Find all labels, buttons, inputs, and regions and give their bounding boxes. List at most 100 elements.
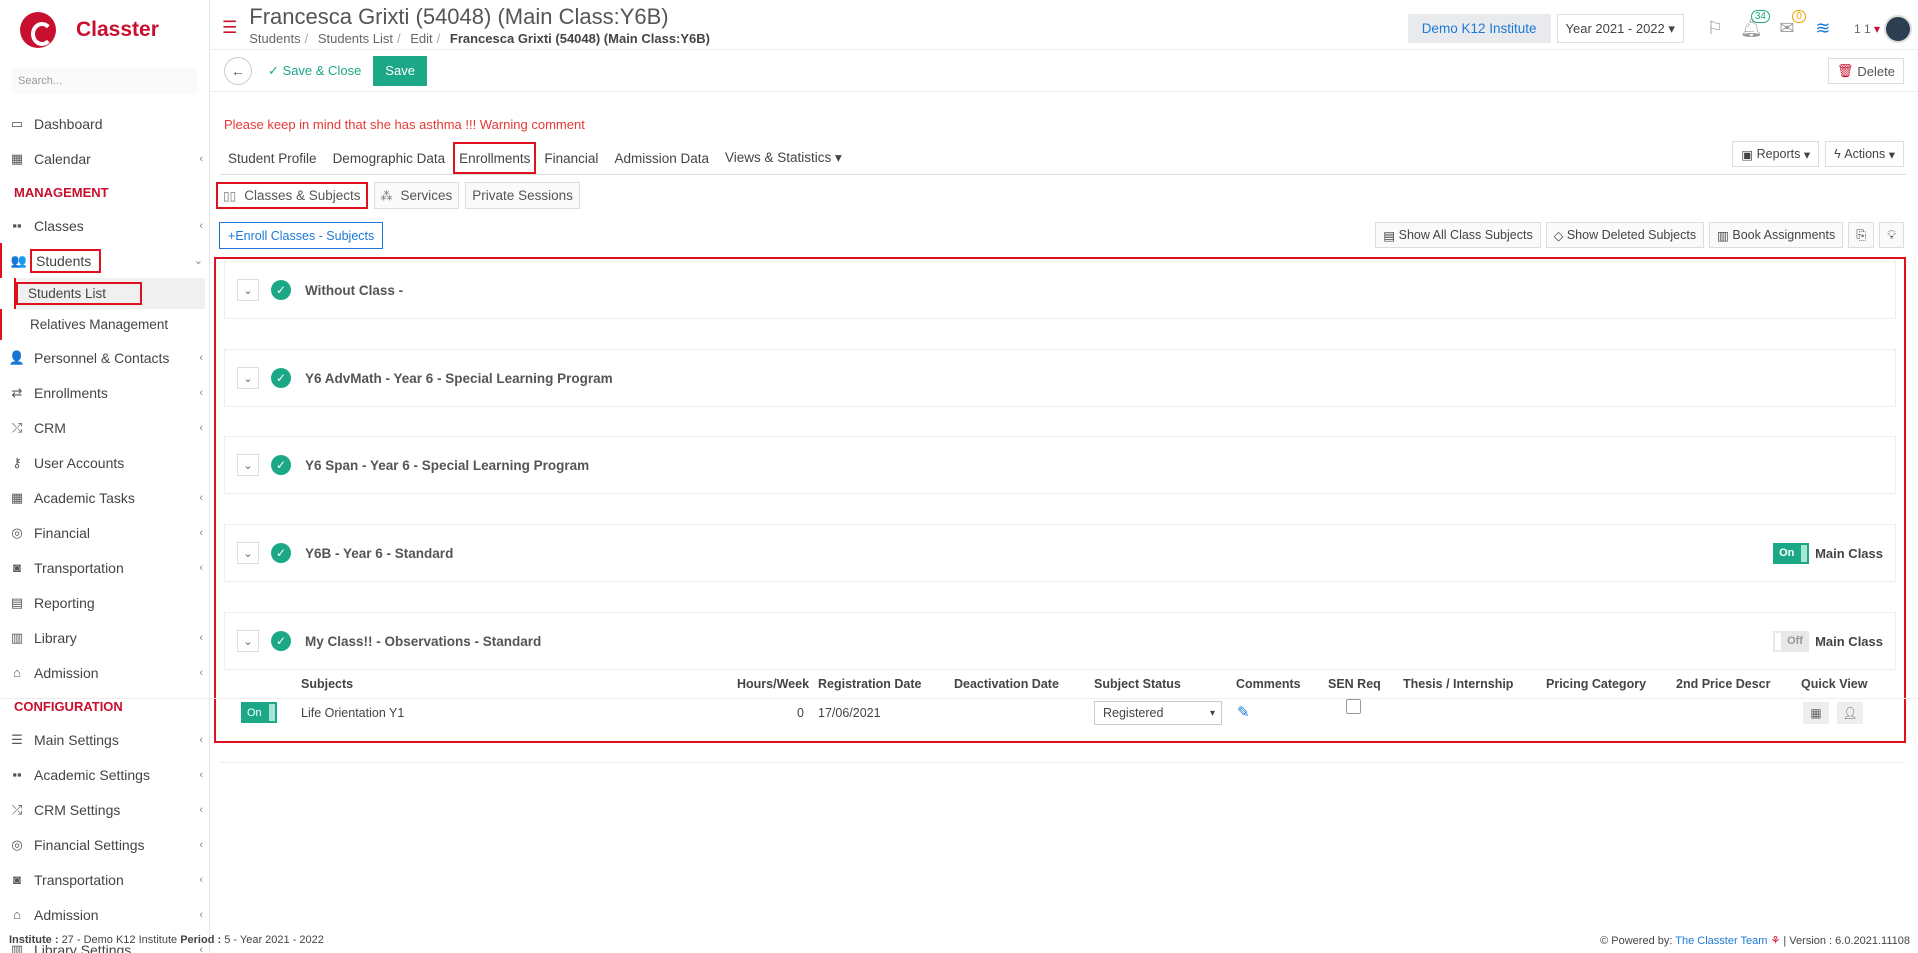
sidebar-item-library[interactable]: ▥ Library ‹ xyxy=(0,620,209,655)
sidebar-item-transportation[interactable]: ◙ Transportation ‹ xyxy=(0,862,209,897)
sidebar-item-academic-tasks[interactable]: ▦ Academic Tasks ‹ xyxy=(0,480,209,515)
bus-icon: ◙ xyxy=(13,560,21,575)
menu-toggle-icon[interactable]: ☰ xyxy=(222,18,237,38)
sidebar-item-dashboard[interactable]: ▭ Dashboard xyxy=(0,106,209,141)
sidebar-item-label: Admission xyxy=(34,906,99,923)
tab-enrollments[interactable]: Enrollments xyxy=(453,142,537,174)
institute-selector[interactable]: Demo K12 Institute xyxy=(1407,14,1551,43)
sidebar-item-reporting[interactable]: ▤ Reporting xyxy=(0,585,209,620)
sidebar-item-students[interactable]: 👥 Students ⌄ xyxy=(0,243,209,278)
tab-views-statistics[interactable]: Views & Statistics ▾ xyxy=(717,142,850,174)
subtab-label: Classes & Subjects xyxy=(244,188,361,203)
save-button[interactable]: Save xyxy=(373,55,427,86)
warning-comment: Please keep in mind that she has asthma … xyxy=(224,117,585,132)
tab-admission-data[interactable]: Admission Data xyxy=(606,142,717,174)
transfer-icon-button[interactable]: ⎘ xyxy=(1848,222,1875,248)
logo[interactable]: Classter xyxy=(0,0,209,60)
show-all-label: Show All Class Subjects xyxy=(1398,228,1533,242)
sidebar-item-label: Main Settings xyxy=(34,731,119,748)
sidebar-item-label: Transportation xyxy=(34,871,124,888)
show-deleted-subjects-button[interactable]: ◇ Show Deleted Subjects xyxy=(1545,222,1705,248)
sidebar-subitem-relatives-management[interactable]: Relatives Management xyxy=(0,309,209,340)
sidebar-item-label: Personnel & Contacts xyxy=(34,349,170,366)
sidebar: Classter Search... ▭ Dashboard ▦ Calendar ‹ M… xyxy=(0,0,210,953)
tab-demographic-data[interactable]: Demographic Data xyxy=(325,142,454,174)
chevron-down-icon[interactable]: ⌄ xyxy=(237,542,259,564)
column-header-subjects: Subjects xyxy=(301,677,354,691)
calendar-icon: ▦ xyxy=(10,150,24,166)
nav-section-management: MANAGEMENT xyxy=(14,184,109,200)
sidebar-item-crm-settings[interactable]: ⤮ CRM Settings ‹ xyxy=(0,792,209,827)
flag-icon[interactable]: ⚐ xyxy=(1704,18,1726,39)
breadcrumb-students[interactable]: Students xyxy=(249,31,300,46)
delete-button[interactable]: 🗑︎ Delete xyxy=(1827,58,1904,84)
year-selector[interactable]: Year 2021 - 2022 ▾ xyxy=(1556,14,1684,43)
sidebar-item-classes[interactable]: ▪▪ Classes ‹ xyxy=(0,208,209,243)
footer-powered-label: Powered by: xyxy=(1611,935,1673,947)
save-close-button[interactable]: ✓ Save & Close xyxy=(268,63,361,79)
exchange-icon: ⇄ xyxy=(11,384,23,400)
subtab-classes-subjects[interactable]: ▯▯ Classes & Subjects xyxy=(216,182,368,209)
chevron-left-icon: ‹ xyxy=(199,351,203,364)
sidebar-item-main-settings[interactable]: ☰ Main Settings ‹ xyxy=(0,722,209,757)
list-icon: ▤ xyxy=(1383,228,1396,243)
chevron-down-icon[interactable]: ⌄ xyxy=(237,454,259,476)
user-avatar[interactable] xyxy=(1884,14,1912,43)
user-menu[interactable]: 1 1 ▾ xyxy=(1854,22,1880,36)
lightbulb-icon-button[interactable]: 💡︎ xyxy=(1879,222,1904,248)
mail-icon[interactable]: ✉ 0 xyxy=(1776,10,1806,39)
breadcrumb-students-list[interactable]: Students List xyxy=(318,31,393,46)
subject-status-select[interactable]: Registered ▾ xyxy=(1094,701,1222,725)
sidebar-item-label: CRM Settings xyxy=(34,801,121,818)
back-button[interactable]: ← xyxy=(224,56,252,85)
footer-info: Institute : 27 - Demo K12 Institute Peri… xyxy=(9,934,324,946)
app-name: Classter xyxy=(76,18,159,41)
breadcrumb: Students / Students List / Edit / Francesca… xyxy=(249,31,710,46)
main-class-toggle[interactable]: On xyxy=(1773,542,1810,564)
sidebar-item-financial-settings[interactable]: ◎ Financial Settings ‹ xyxy=(0,827,209,862)
main-tabs: Student Profile Demographic Data Enrollmen… xyxy=(220,142,850,174)
classter-team-link[interactable]: The Classter Team xyxy=(1675,935,1767,947)
sidebar-item-academic-settings[interactable]: ▪▪ Academic Settings ‹ xyxy=(0,757,209,792)
main-class-toggle[interactable]: Off xyxy=(1773,630,1810,652)
reports-dropdown[interactable]: ▣ Reports ▾ xyxy=(1732,141,1820,167)
footer-institute-label: Institute : xyxy=(9,934,59,946)
chevron-down-icon[interactable]: ⌄ xyxy=(237,367,259,389)
sidebar-item-user-accounts[interactable]: ⚷ User Accounts xyxy=(0,445,209,480)
sidebar-nav: ▭ Dashboard ▦ Calendar ‹ MANAGEMENT ▪▪ Classes ‹… xyxy=(0,106,209,953)
chevron-down-icon[interactable]: ⌄ xyxy=(237,279,259,301)
sidebar-subitem-students-list[interactable]: Students List xyxy=(14,278,205,309)
subjects-table-header: Subjects Hours/Week Registration Date Deact… xyxy=(0,676,1918,696)
enroll-classes-subjects-button[interactable]: + Enroll Classes - Subjects xyxy=(219,222,384,249)
caret-down-icon: ▾ xyxy=(1873,21,1880,36)
actions-dropdown[interactable]: ϟ Actions ▾ xyxy=(1825,141,1904,167)
tab-financial[interactable]: Financial xyxy=(536,142,606,174)
subtab-services[interactable]: ⁂ Services xyxy=(373,182,460,209)
chevron-down-icon[interactable]: ⌄ xyxy=(237,630,259,652)
layers-icon[interactable]: ≋ xyxy=(1812,18,1834,39)
breadcrumb-edit[interactable]: Edit xyxy=(410,31,432,46)
user-counts: 1 1 xyxy=(1853,21,1871,36)
check-circle-icon: ✓ xyxy=(271,368,291,388)
subtab-private-sessions[interactable]: Private Sessions xyxy=(465,182,580,209)
column-header-subject-status: Subject Status xyxy=(1094,677,1181,691)
delete-label: Delete xyxy=(1857,63,1895,79)
subject-toggle[interactable]: On xyxy=(241,702,277,723)
edit-comment-icon[interactable]: ✎ xyxy=(1237,703,1250,721)
sidebar-item-admission[interactable]: ⌂ Admission ‹ xyxy=(0,897,209,932)
sidebar-item-transportation[interactable]: ◙ Transportation ‹ xyxy=(0,550,209,585)
tab-student-profile[interactable]: Student Profile xyxy=(220,142,325,174)
sidebar-item-calendar[interactable]: ▦ Calendar ‹ xyxy=(0,141,209,176)
sen-req-checkbox[interactable] xyxy=(1346,699,1361,714)
bell-icon[interactable]: 🔔︎ 34 xyxy=(1740,10,1770,39)
show-all-class-subjects-button[interactable]: ▤ Show All Class Subjects xyxy=(1375,222,1541,248)
user-quick-view-icon[interactable]: 👤︎ xyxy=(1837,702,1863,724)
print-icon: ▤ xyxy=(10,594,24,610)
book-assignments-button[interactable]: ▥ Book Assignments xyxy=(1709,222,1844,248)
sidebar-item-crm[interactable]: ⤮ CRM ‹ xyxy=(0,410,209,445)
sidebar-item-personnel-contacts[interactable]: 👤 Personnel & Contacts ‹ xyxy=(0,340,209,375)
calendar-quick-view-icon[interactable]: ▦ xyxy=(1803,702,1829,724)
sidebar-item-financial[interactable]: ◎ Financial ‹ xyxy=(0,515,209,550)
sidebar-search-input[interactable]: Search... xyxy=(12,68,197,94)
sidebar-item-enrollments[interactable]: ⇄ Enrollments ‹ xyxy=(0,375,209,410)
